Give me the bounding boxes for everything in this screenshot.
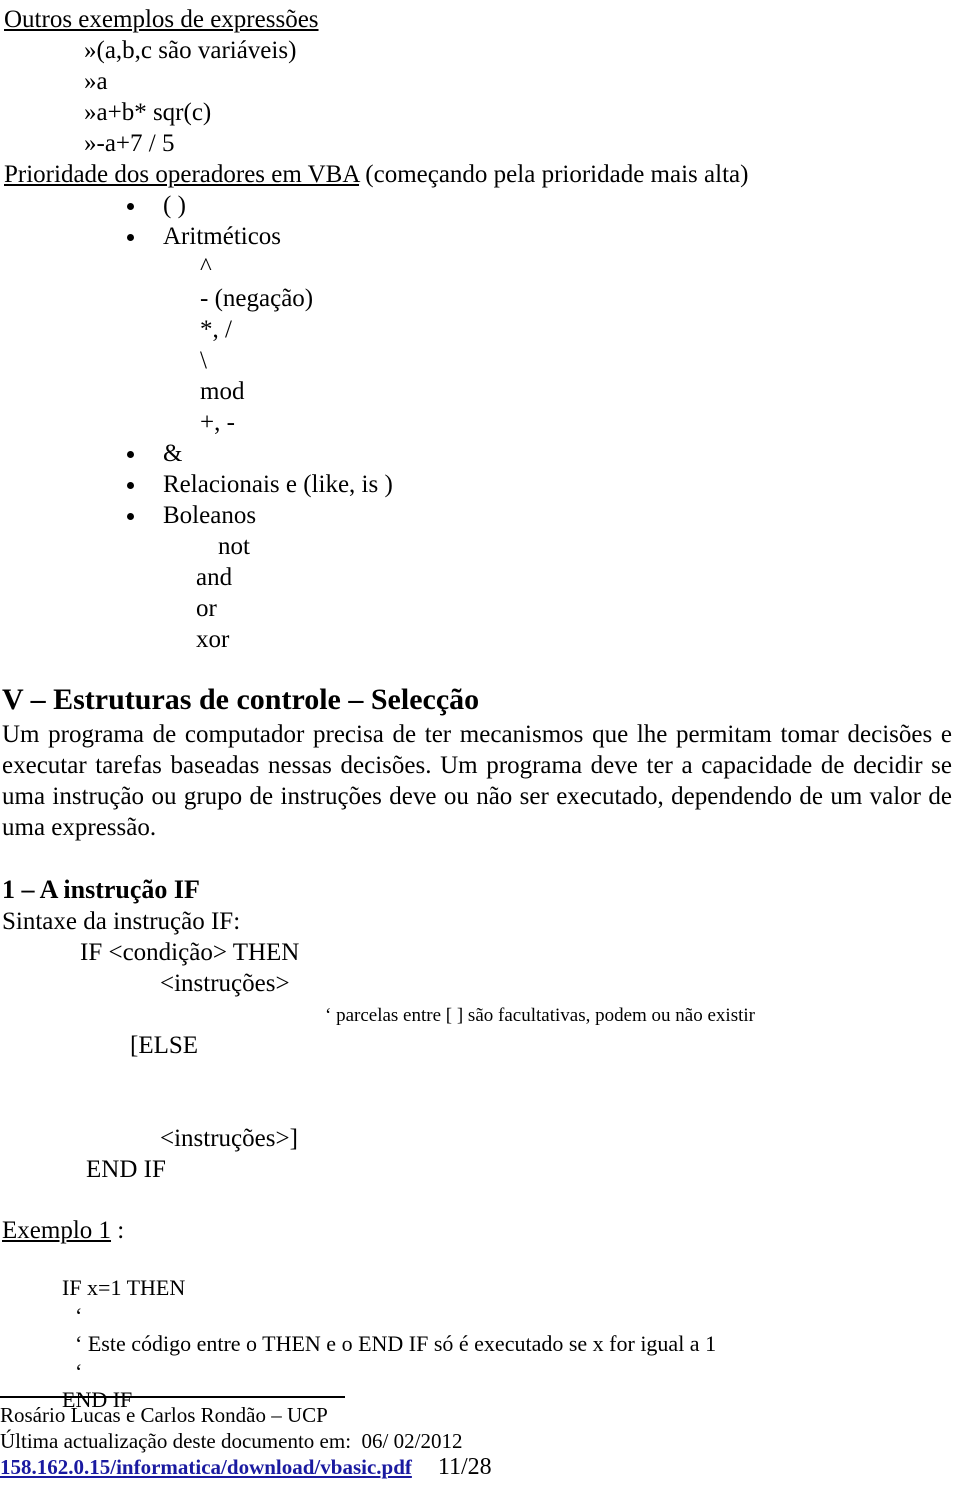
syntax-line-instructions-else: <instruções>] xyxy=(160,1125,298,1152)
expression-item: »a+b* sqr(c) xyxy=(84,99,212,126)
example-title-row: Exemplo 1 : xyxy=(0,1215,960,1246)
bullet-label: & xyxy=(163,440,183,467)
bullet-dot-icon xyxy=(127,451,134,458)
expression-item: »-a+7 / 5 xyxy=(84,130,175,157)
bullet-label: Relacionais e (like, is ) xyxy=(163,471,393,498)
operator-item: +, - xyxy=(200,409,235,436)
syntax-line-if: IF <condição> THEN xyxy=(80,939,300,966)
priority-title-note: (começando pela prioridade mais alta) xyxy=(359,161,749,188)
operator-item: or xyxy=(196,595,217,622)
priority-title-row: Prioridade dos operadores em VBA (começa… xyxy=(0,159,960,190)
if-syntax-block: IF <condição> THEN <instruções> [ELSE ‘ … xyxy=(0,937,960,1185)
expression-item: »(a,b,c são variáveis) xyxy=(84,37,297,64)
example-title-suffix: : xyxy=(111,1217,125,1244)
bullet-label: Boleanos xyxy=(163,502,257,529)
example-line-if: IF x=1 THEN xyxy=(62,1275,186,1300)
footer-link-row: 158.162.0.15/informatica/download/vbasic… xyxy=(0,1454,960,1480)
bullet-dot-icon xyxy=(127,234,134,241)
priority-bullet-relational: Relacionais e (like, is ) xyxy=(0,469,960,500)
expressions-title: Outros exemplos de expressões xyxy=(4,6,319,33)
bullet-label: Aritméticos xyxy=(163,223,282,250)
priority-bullet-arithmetic: Aritméticos xyxy=(0,221,960,252)
footer-source-link[interactable]: 158.162.0.15/informatica/download/vbasic… xyxy=(0,1454,412,1480)
expression-item: »a xyxy=(84,68,108,95)
bullet-dot-icon xyxy=(127,513,134,520)
bullet-dot-icon xyxy=(127,203,134,210)
control-structures-paragraph: Um programa de computador precisa de ter… xyxy=(2,721,952,841)
example-title: Exemplo 1 xyxy=(2,1217,112,1244)
operator-item: and xyxy=(196,564,233,591)
example-line-comment-open: ‘ xyxy=(75,1303,83,1328)
operator-item: xor xyxy=(196,626,230,653)
operator-item: not xyxy=(218,533,250,560)
example-line-comment-text: ‘ Este código entre o THEN e o END IF só… xyxy=(75,1331,717,1356)
syntax-line-else: [ELSE ‘ parcelas entre [ ] são facultati… xyxy=(0,999,960,1123)
syntax-else-label: [ELSE xyxy=(130,1032,199,1059)
operator-item: \ xyxy=(200,347,207,374)
operator-priority-section: Prioridade dos operadores em VBA (começa… xyxy=(0,159,960,655)
bullet-label: ( ) xyxy=(163,192,186,219)
arithmetic-operator-list: ^ - (negação) *, / \ mod +, - xyxy=(0,252,960,438)
if-syntax-intro: Sintaxe da instrução IF: xyxy=(2,908,241,935)
document-page: Outros exemplos de expressões »(a,b,c sã… xyxy=(0,0,960,1486)
footer-updated: Última actualização deste documento em: … xyxy=(0,1429,463,1453)
example-section: Exemplo 1 : IF x=1 THEN ‘ ‘ Este código … xyxy=(0,1215,960,1414)
if-instruction-section: 1 – A instrução IF Sintaxe da instrução … xyxy=(0,873,960,1185)
boolean-operator-list: not and or xor xyxy=(0,531,960,655)
if-heading: 1 – A instrução IF xyxy=(2,875,200,904)
syntax-line-instructions: <instruções> xyxy=(160,970,290,997)
expressions-list: »(a,b,c são variáveis) »a »a+b* sqr(c) »… xyxy=(4,35,960,159)
page-footer: Rosário Lucas e Carlos Rondão – UCP Últi… xyxy=(0,1396,960,1480)
control-structures-heading: V – Estruturas de controle – Selecção xyxy=(2,683,480,716)
operator-item: *, / xyxy=(200,316,232,343)
syntax-optional-note: ‘ parcelas entre [ ] são facultativas, p… xyxy=(325,1005,755,1026)
control-structures-section: V – Estruturas de controle – Selecção Um… xyxy=(0,681,960,843)
operator-item: ^ xyxy=(200,254,212,281)
priority-bullet-list: ( ) Aritméticos ^ - (negação) *, / \ mod… xyxy=(0,190,960,655)
example-line-comment-close: ‘ xyxy=(75,1359,83,1384)
operator-item: mod xyxy=(200,378,245,405)
priority-bullet-parentheses: ( ) xyxy=(0,190,960,221)
expressions-section: Outros exemplos de expressões »(a,b,c sã… xyxy=(0,4,960,159)
footer-page-number: 11/28 xyxy=(437,1454,492,1480)
example-code-block: IF x=1 THEN ‘ ‘ Este código entre o THEN… xyxy=(0,1274,960,1414)
syntax-line-endif: END IF xyxy=(86,1156,166,1183)
bullet-dot-icon xyxy=(127,482,134,489)
operator-item: - (negação) xyxy=(200,285,314,312)
priority-bullet-boolean: Boleanos xyxy=(0,500,960,531)
priority-bullet-concat: & xyxy=(0,438,960,469)
expressions-title-row: Outros exemplos de expressões xyxy=(4,4,960,35)
footer-divider xyxy=(0,1396,345,1398)
priority-title: Prioridade dos operadores em VBA xyxy=(4,161,360,188)
footer-authors: Rosário Lucas e Carlos Rondão – UCP xyxy=(0,1403,328,1427)
